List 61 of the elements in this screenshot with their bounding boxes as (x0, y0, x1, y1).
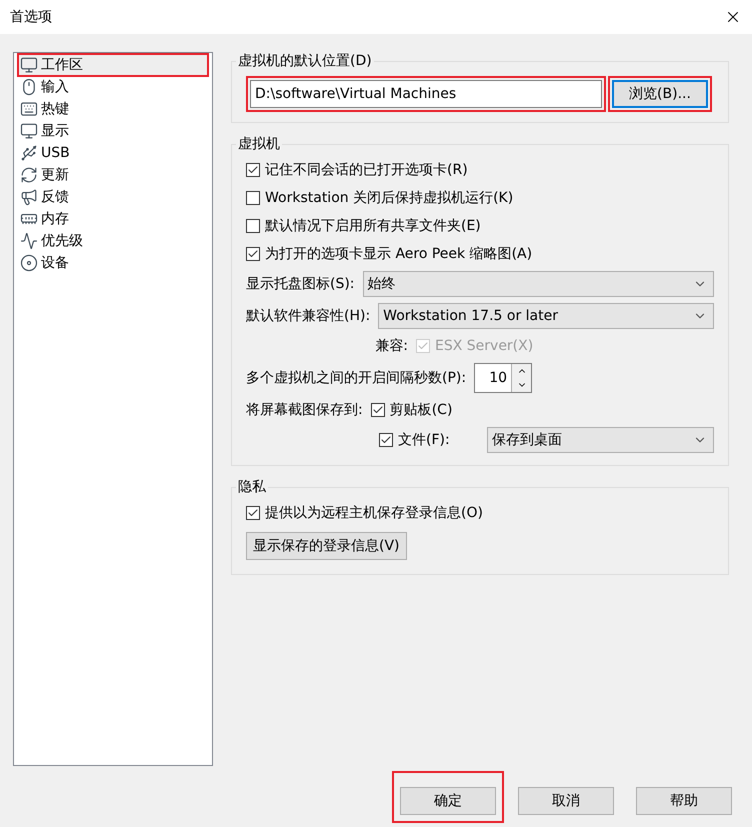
dialog-button[interactable]: 取消 (518, 786, 614, 814)
group-title: 虚拟机的默认位置(D) (237, 52, 373, 70)
monitor-icon (20, 56, 38, 74)
refresh-icon (20, 166, 38, 184)
show-login-button[interactable]: 显示保存的登录信息(V) (246, 532, 407, 560)
check-icon (380, 434, 392, 446)
sidebar-item[interactable]: 优先级 (18, 230, 208, 252)
checkbox-label: 文件(F): (398, 431, 450, 449)
keyboard-icon (20, 100, 38, 118)
path-field[interactable]: D:\software\Virtual Machines (250, 80, 602, 108)
spin-up-button[interactable] (512, 364, 532, 378)
checkbox[interactable] (246, 219, 260, 233)
check-icon (247, 507, 259, 519)
checkbox[interactable] (246, 163, 260, 177)
dropdown[interactable]: Workstation 17.5 or later (378, 303, 714, 329)
spin-down-button[interactable] (512, 378, 532, 392)
activity-icon (20, 232, 38, 250)
sidebar-item[interactable]: 更新 (18, 164, 208, 186)
dropdown[interactable]: 保存到桌面 (487, 427, 714, 453)
dialog-button[interactable]: 确定 (400, 786, 496, 814)
group-title: 虚拟机 (237, 135, 281, 153)
sidebar-item[interactable]: 输入 (18, 76, 208, 98)
checkbox[interactable] (246, 247, 260, 261)
sidebar-item[interactable]: USB (18, 142, 208, 164)
window-title: 首选项 (10, 8, 52, 26)
checkbox[interactable] (246, 506, 260, 520)
checkbox-label: ESX Server(X) (435, 338, 534, 354)
dropdown[interactable]: 始终 (362, 271, 714, 297)
checkbox-label: Workstation 关闭后保持虚拟机运行(K) (265, 189, 514, 207)
field-label: 显示托盘图标(S): (246, 275, 355, 293)
usb-icon (20, 144, 38, 162)
checkbox-label: 剪贴板(C) (390, 401, 452, 419)
sidebar-item[interactable]: 反馈 (18, 186, 208, 208)
megaphone-icon (20, 188, 38, 206)
check-icon (372, 404, 384, 416)
field-label: 多个虚拟机之间的开启间隔秒数(P): (246, 369, 466, 387)
checkbox[interactable] (370, 403, 385, 417)
field-label: 将屏幕截图保存到: (246, 401, 363, 419)
field-label: 默认软件兼容性(H): (246, 307, 370, 325)
sidebar-item[interactable]: 显示 (18, 120, 208, 142)
disc-icon (20, 254, 38, 272)
checkbox[interactable] (246, 191, 260, 205)
dialog-button[interactable]: 帮助 (636, 786, 732, 814)
number-spinner[interactable]: 10 (474, 363, 532, 393)
mouse-icon (20, 78, 38, 96)
sidebar-item[interactable]: 热键 (18, 98, 208, 120)
checkbox-label: 提供以为远程主机保存登录信息(O) (265, 504, 483, 522)
check-icon (417, 340, 429, 352)
field-label: 兼容: (374, 337, 408, 355)
sidebar-item[interactable]: 工作区 (18, 54, 208, 76)
group-title: 隐私 (237, 478, 267, 496)
sidebar-item[interactable]: 设备 (18, 252, 208, 274)
check-icon (247, 248, 259, 260)
checkbox-label: 记住不同会话的已打开选项卡(R) (265, 161, 468, 179)
sidebar-item[interactable]: 内存 (18, 208, 208, 230)
browse-button[interactable]: 浏览(B)... (612, 80, 708, 108)
checkbox-label: 默认情况下启用所有共享文件夹(E) (265, 217, 481, 235)
checkbox[interactable] (379, 433, 393, 447)
check-icon (247, 164, 259, 176)
monitor-icon (20, 122, 38, 140)
checkbox-label: 为打开的选项卡显示 Aero Peek 缩略图(A) (265, 245, 532, 263)
